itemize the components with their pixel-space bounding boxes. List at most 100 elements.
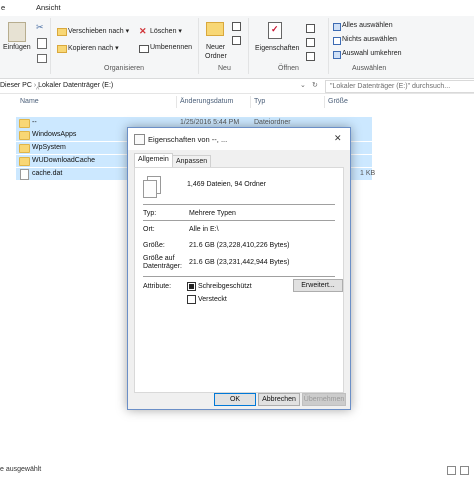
group-label-new: Neu: [218, 65, 231, 72]
multiple-files-icon: [143, 176, 161, 198]
edit-icon[interactable]: [306, 38, 315, 47]
ribbon-separator: [50, 18, 51, 74]
new-item-icon[interactable]: [232, 22, 241, 31]
details-view-icon[interactable]: [447, 466, 456, 475]
folder-icon: [19, 157, 30, 166]
type-label: Typ:: [143, 210, 157, 217]
size-value: 21.6 GB (23,228,410,226 Bytes): [189, 242, 290, 249]
file-type: Dateiordner: [254, 119, 291, 126]
select-none-icon: [333, 37, 341, 45]
copy-to-icon: [57, 45, 67, 53]
apply-button[interactable]: Übernehmen: [302, 393, 346, 406]
column-separator[interactable]: [324, 96, 325, 108]
paste-button[interactable]: Einfügen: [3, 44, 31, 51]
ribbon: Einfügen ✂ Verschieben nach ▾ Kopieren n…: [0, 16, 474, 79]
divider: [143, 276, 335, 277]
move-to-button[interactable]: Verschieben nach ▾: [68, 27, 129, 35]
move-to-icon: [57, 28, 67, 36]
select-none-button[interactable]: Nichts auswählen: [342, 36, 397, 43]
file-date: 1/25/2016 5:44 PM: [180, 119, 240, 126]
delete-icon: ✕: [139, 26, 147, 36]
close-icon[interactable]: ✕: [334, 133, 342, 144]
refresh-icon[interactable]: ↻: [312, 81, 318, 89]
copy-to-button[interactable]: Kopieren nach ▾: [68, 44, 119, 52]
tab-general[interactable]: Allgemein: [134, 153, 173, 168]
column-header-date[interactable]: Änderungsdatum: [180, 98, 233, 105]
column-separator[interactable]: [250, 96, 251, 108]
properties-dialog: Eigenschaften von --, ... ✕ Allgemein An…: [127, 127, 351, 410]
column-header-size[interactable]: Größe: [328, 98, 348, 105]
selection-summary: 1,469 Dateien, 94 Ordner: [187, 181, 266, 188]
hidden-checkbox[interactable]: [187, 295, 196, 304]
search-input[interactable]: "Lokaler Datenträger (E:)" durchsuch...: [325, 80, 474, 93]
general-tab-panel: 1,469 Dateien, 94 Ordner Typ: Mehrere Ty…: [134, 167, 344, 393]
new-folder-button-line1[interactable]: Neuer: [206, 44, 225, 51]
invert-selection-icon: [333, 51, 341, 59]
group-label-select: Auswählen: [352, 65, 387, 72]
easy-access-icon[interactable]: [232, 36, 241, 45]
file-name: WpSystem: [32, 144, 66, 151]
file-name: cache.dat: [32, 170, 63, 177]
file-name: WUDownloadCache: [32, 157, 96, 164]
file-name: --: [32, 119, 37, 126]
sort-chevron-icon: ^: [36, 87, 40, 94]
cut-icon[interactable]: ✂: [36, 22, 44, 33]
delete-button[interactable]: Löschen ▾: [150, 27, 182, 35]
copy-path-icon[interactable]: [37, 38, 47, 49]
folder-icon: [19, 119, 30, 128]
breadcrumb: Dieser PC › Lokaler Datenträger (E:): [0, 82, 113, 89]
status-bar-text: e ausgewählt: [0, 466, 42, 473]
group-label-open: Öffnen: [278, 65, 299, 72]
advanced-button[interactable]: Erweitert...: [293, 279, 343, 292]
open-icon[interactable]: [306, 24, 315, 33]
rename-button[interactable]: Umbenennen: [150, 44, 192, 51]
cancel-button[interactable]: Abbrechen: [258, 393, 300, 406]
select-all-button[interactable]: Alles auswählen: [342, 22, 393, 29]
folder-icon: [19, 131, 30, 140]
ribbon-separator: [248, 18, 249, 74]
file-name: WindowsApps: [32, 131, 77, 138]
column-header-type[interactable]: Typ: [254, 98, 265, 105]
large-icons-view-icon[interactable]: [460, 466, 469, 475]
rename-icon: [139, 45, 149, 53]
disk-size-value: 21.6 GB (23,231,442,944 Bytes): [189, 259, 290, 266]
file-size: 1 KB: [360, 170, 376, 177]
location-value: Alle in E:\: [189, 226, 219, 233]
ribbon-tab-bar: e Ansicht: [0, 0, 474, 16]
ok-button[interactable]: OK: [214, 393, 256, 406]
ribbon-separator: [328, 18, 329, 74]
documents-icon: [134, 134, 145, 145]
tab-customize[interactable]: Anpassen: [172, 155, 212, 167]
size-label: Größe:: [143, 242, 165, 249]
invert-selection-button[interactable]: Auswahl umkehren: [342, 50, 402, 57]
group-label-organize: Organisieren: [104, 65, 145, 72]
divider: [143, 204, 335, 205]
file-icon: [20, 169, 29, 180]
breadcrumb-this-pc[interactable]: Dieser PC: [0, 82, 32, 89]
ribbon-tab-start[interactable]: e: [1, 3, 5, 12]
select-all-icon: [333, 23, 341, 31]
properties-button[interactable]: Eigenschaften: [255, 45, 299, 52]
disk-size-label-line2: Datenträger:: [143, 263, 182, 270]
column-header-name[interactable]: Name: [20, 98, 39, 105]
folder-icon: [19, 144, 30, 153]
dialog-title-bar[interactable]: Eigenschaften von --, ... ✕: [128, 128, 350, 150]
readonly-checkbox[interactable]: [187, 282, 196, 291]
attributes-label: Attribute:: [143, 283, 172, 290]
history-icon[interactable]: [306, 52, 315, 61]
breadcrumb-drive[interactable]: Lokaler Datenträger (E:): [38, 82, 113, 89]
ribbon-tab-view[interactable]: Ansicht: [36, 3, 61, 12]
paste-icon: [8, 22, 26, 42]
type-value: Mehrere Typen: [189, 210, 236, 217]
address-dropdown-icon[interactable]: ⌄: [300, 81, 306, 89]
new-folder-button-line2[interactable]: Ordner: [205, 53, 227, 60]
readonly-label[interactable]: Schreibgeschützt: [198, 283, 252, 290]
properties-icon: ✓: [268, 22, 282, 39]
paste-shortcut-icon[interactable]: [37, 54, 47, 63]
new-folder-icon: [206, 22, 224, 36]
location-label: Ort:: [143, 226, 155, 233]
ribbon-separator: [198, 18, 199, 74]
dialog-title: Eigenschaften von --, ...: [148, 135, 228, 144]
hidden-label[interactable]: Versteckt: [198, 296, 227, 303]
column-separator[interactable]: [176, 96, 177, 108]
